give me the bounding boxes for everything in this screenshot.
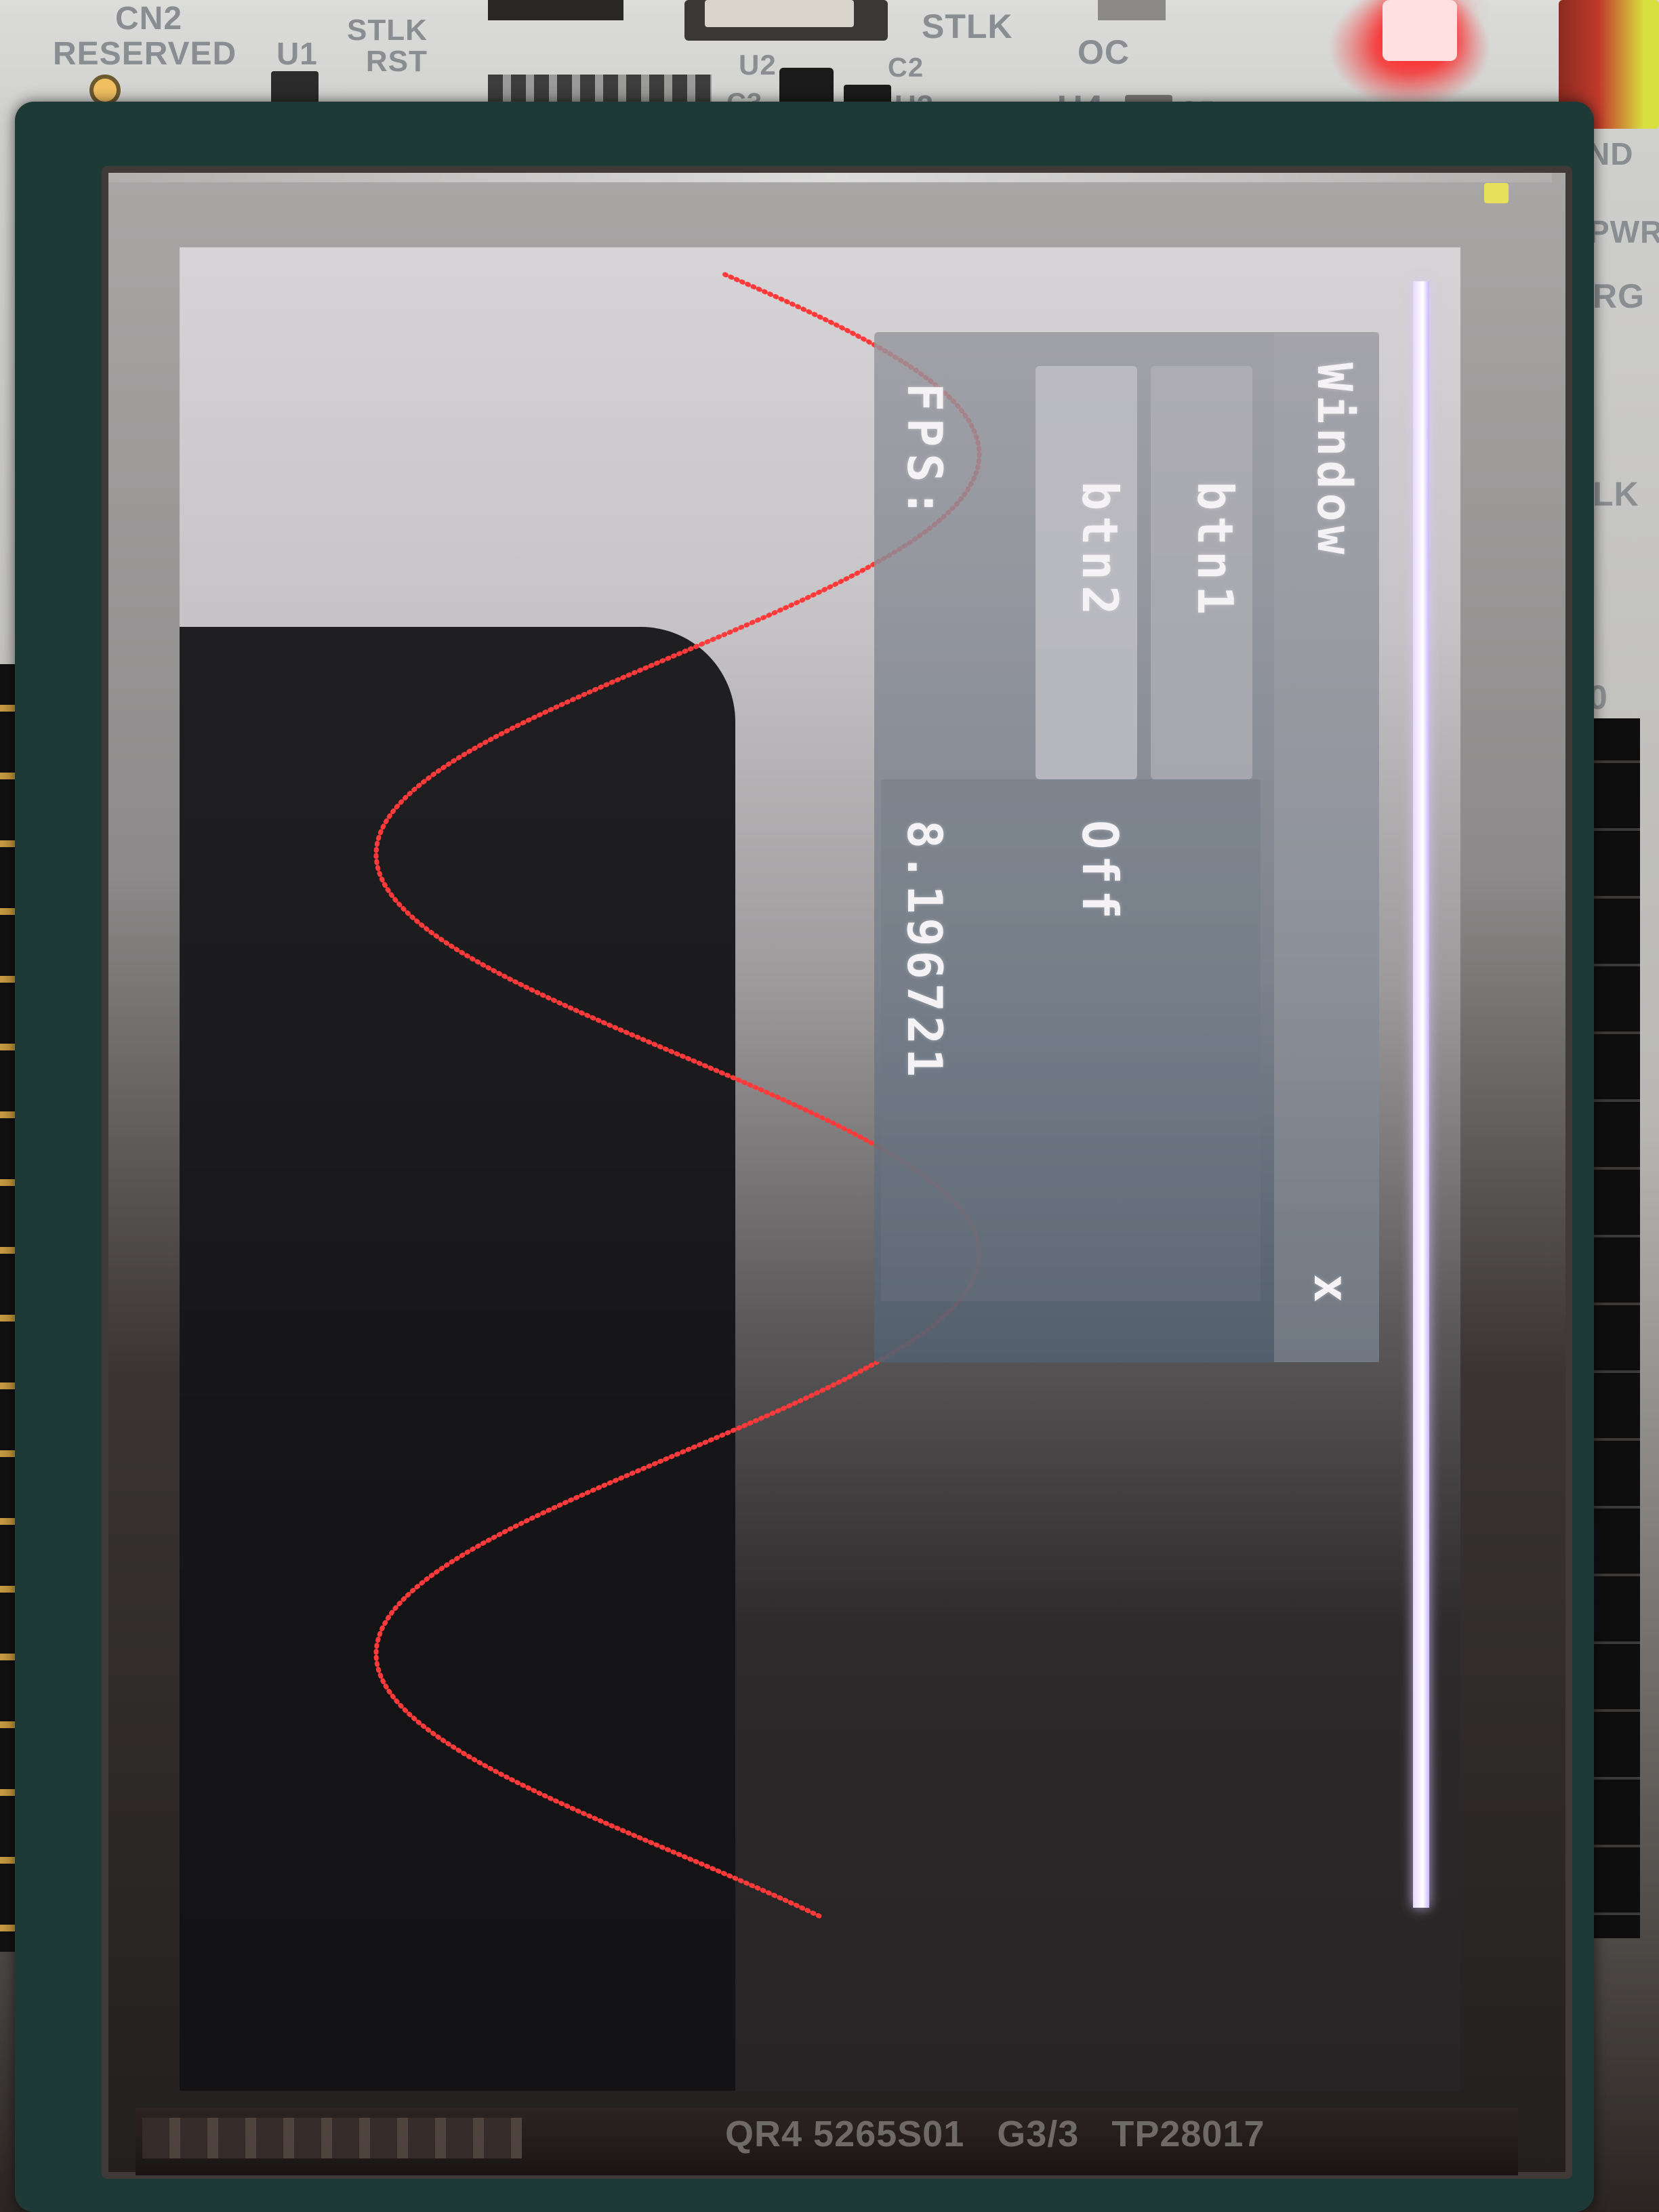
photo-scene: CN2 RESERVED U1 STLK RST STLK U2 C2 C3 U… — [0, 0, 1659, 2212]
fps-label: FPS: — [897, 383, 952, 525]
top-connector-inner — [705, 0, 854, 27]
btn2-state-label: Off — [1071, 820, 1128, 925]
lcd-display: Window x btn1 btn2 Off FPS: 8.196721 — [180, 247, 1460, 2091]
label-u1: U1 — [276, 36, 318, 71]
label-cn2: CN2 — [115, 1, 183, 37]
yellow-corner-marker — [1484, 183, 1509, 203]
btn1-label: btn1 — [1187, 481, 1244, 621]
label-stlk: STLK — [922, 7, 1013, 45]
btn2-label: btn2 — [1071, 481, 1128, 621]
label-pwr: PWR — [1589, 214, 1659, 249]
label-u2: U2 — [739, 49, 777, 81]
label-rg: RG — [1593, 277, 1645, 315]
label-oc: OC — [1078, 33, 1130, 71]
label-reserved: RESERVED — [53, 36, 237, 72]
window-close-icon[interactable]: x — [1303, 1274, 1359, 1303]
label-gnd: ND — [1587, 136, 1634, 171]
ic-chip-left — [488, 0, 623, 20]
component-oc — [1098, 0, 1166, 20]
lcd-glass-highlight — [108, 173, 1552, 182]
flex-cable-pads — [142, 2118, 522, 2158]
window-title: Window — [1307, 363, 1362, 558]
pin-header-left — [0, 664, 16, 1952]
fps-value: 8.196721 — [897, 820, 952, 1082]
red-led — [1382, 0, 1457, 61]
label-stlk-rst: STLK RST — [347, 14, 428, 78]
label-c2: C2 — [888, 53, 924, 83]
label-lk: LK — [1593, 475, 1639, 513]
flex-cable-label: QR4 5265S01 G3/3 TP28017 — [725, 2114, 1265, 2154]
